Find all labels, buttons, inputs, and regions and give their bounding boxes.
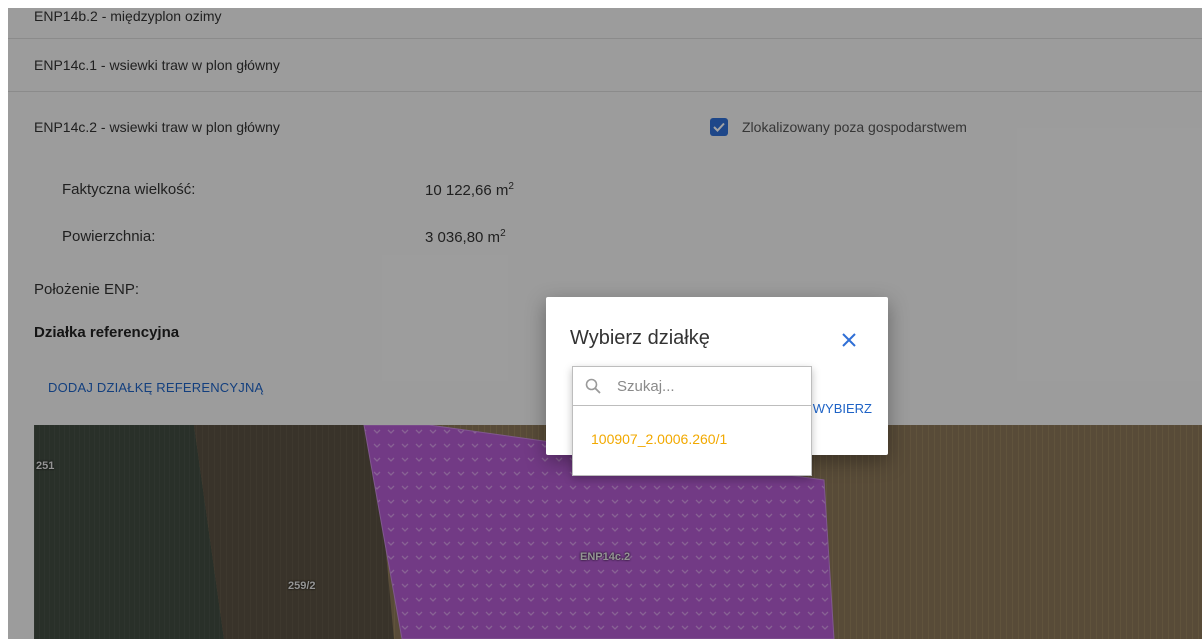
close-icon[interactable] — [840, 331, 858, 349]
search-input[interactable] — [617, 373, 797, 399]
page: ENP14b.2 - międzyplon ozimy ENP14c.1 - w… — [0, 0, 1202, 639]
dialog-title: Wybierz działkę — [570, 327, 710, 349]
search-box — [573, 367, 811, 406]
choose-button[interactable]: WYBIERZ — [813, 401, 872, 416]
search-icon — [585, 378, 601, 394]
plot-search-dropdown: 100907_2.0006.260/1 — [572, 366, 812, 476]
plot-option[interactable]: 100907_2.0006.260/1 — [591, 431, 727, 447]
